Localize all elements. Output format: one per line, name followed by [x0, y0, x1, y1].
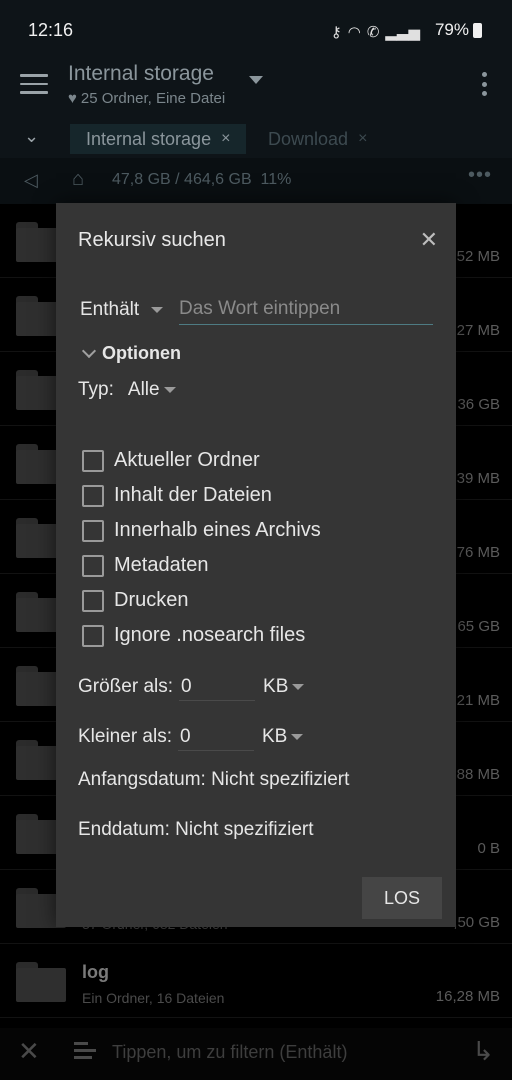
more-options-icon[interactable] — [480, 72, 488, 96]
close-icon[interactable]: × — [221, 130, 230, 148]
checkbox[interactable] — [82, 589, 104, 612]
item-size: 88 MB — [456, 766, 500, 783]
item-meta: Ein Ordner, 16 Dateien — [82, 990, 225, 1006]
smaller-than-row: Kleiner als: KB — [78, 723, 304, 751]
item-size: 16,28 MB — [435, 988, 500, 1005]
checkbox-print[interactable]: Drucken — [82, 583, 321, 618]
start-date-field[interactable]: Anfangsdatum: Nicht spezifiziert — [78, 769, 349, 791]
checkbox-file-content[interactable]: Inhalt der Dateien — [82, 478, 321, 513]
dropdown-arrow-icon — [163, 387, 176, 393]
app-subtitle: ♥ 25 Ordner, Eine Datei — [68, 90, 225, 107]
tab-internal-storage[interactable]: Internal storage × — [70, 124, 247, 154]
tab-label: Internal storage — [86, 128, 212, 149]
greater-than-row: Größer als: KB — [78, 673, 305, 701]
item-size: 65 GB — [457, 618, 500, 635]
item-size: 52 MB — [456, 248, 500, 265]
home-icon[interactable]: ⌂ — [72, 168, 84, 191]
greater-than-label: Größer als: — [78, 676, 174, 697]
match-mode-select[interactable]: Enthält — [80, 299, 164, 321]
item-size: 27 MB — [456, 322, 500, 339]
menu-icon[interactable] — [20, 74, 48, 98]
tab-download[interactable]: Download × — [268, 124, 367, 154]
item-size: 76 MB — [456, 544, 500, 561]
app-bar: Internal storage ♥ 25 Ordner, Eine Datei — [0, 62, 512, 118]
wifi-icon: ◠ — [347, 24, 361, 41]
checkbox[interactable] — [82, 484, 104, 507]
type-label: Typ: — [78, 379, 114, 400]
checkbox[interactable] — [82, 624, 104, 647]
heart-icon: ♥ — [68, 90, 77, 107]
status-icons: ⚷ ◠ ✆ ▂▃▅ — [331, 20, 420, 44]
checkbox[interactable] — [82, 554, 104, 577]
battery-percent: 79% — [434, 20, 469, 39]
smaller-unit-select[interactable]: KB — [262, 726, 304, 748]
type-select[interactable]: Alle — [128, 379, 176, 401]
filter-bar: ✕ Tippen, um zu filtern (Enthält) ↳ — [0, 1028, 512, 1080]
folder-icon — [16, 962, 66, 1002]
options-toggle[interactable]: Optionen — [81, 343, 181, 364]
tab-label: Download — [268, 128, 349, 149]
chevron-down-icon — [81, 343, 97, 358]
smaller-than-label: Kleiner als: — [78, 726, 172, 747]
item-size: 36 GB — [457, 396, 500, 413]
search-input[interactable] — [179, 293, 433, 325]
item-size: 39 MB — [456, 470, 500, 487]
checkbox-inside-archive[interactable]: Innerhalb eines Archivs — [82, 513, 321, 548]
sort-icon[interactable] — [74, 1042, 96, 1063]
close-icon[interactable]: ✕ — [18, 1036, 40, 1067]
checkbox-metadata[interactable]: Metadaten — [82, 548, 321, 583]
dropdown-caret-icon[interactable] — [249, 76, 263, 84]
path-bar: ◁ ⌂ 47,8 GB / 464,6 GB 11% ••• — [0, 158, 512, 204]
dropdown-arrow-icon — [151, 307, 164, 313]
key-icon: ⚷ — [330, 24, 342, 41]
dropdown-arrow-icon — [291, 734, 304, 740]
search-submit-button[interactable]: LOS — [362, 877, 442, 919]
list-item[interactable]: log Ein Ordner, 16 Dateien 16,28 MB — [0, 944, 512, 1018]
type-row: Typ: Alle — [78, 379, 176, 401]
signal-icon: ▂▃▅ — [385, 24, 420, 41]
checkbox-current-folder[interactable]: Aktueller Ordner — [82, 443, 321, 478]
tab-bar: ⌄ Internal storage × Download × — [0, 118, 512, 158]
greater-than-input[interactable] — [179, 673, 256, 701]
end-date-field[interactable]: Enddatum: Nicht spezifiziert — [78, 819, 314, 841]
enter-icon[interactable]: ↳ — [472, 1036, 494, 1067]
battery-indicator: 79% — [435, 20, 482, 40]
storage-info: 47,8 GB / 464,6 GB 11% — [112, 171, 292, 188]
more-options-icon[interactable]: ••• — [468, 164, 492, 187]
checkbox[interactable] — [82, 449, 104, 472]
item-name: log — [82, 962, 109, 982]
app-title[interactable]: Internal storage — [68, 62, 214, 86]
status-bar: 12:16 ⚷ ◠ ✆ ▂▃▅ 79% — [0, 0, 512, 62]
recursive-search-dialog: Rekursiv suchen ✕ Enthält Optionen Typ: … — [56, 203, 456, 927]
filter-input[interactable]: Tippen, um zu filtern (Enthält) — [112, 1042, 347, 1063]
chevron-down-icon[interactable]: ⌄ — [24, 126, 39, 147]
item-size: 0 B — [477, 840, 500, 857]
folder-count: 25 Ordner, Eine Datei — [80, 90, 226, 107]
checkbox[interactable] — [82, 519, 104, 542]
dropdown-arrow-icon — [292, 684, 305, 690]
battery-icon — [473, 22, 482, 38]
call-icon: ✆ — [366, 24, 380, 41]
smaller-than-input[interactable] — [178, 723, 254, 751]
match-mode-value: Enthält — [80, 299, 140, 320]
status-time: 12:16 — [28, 20, 74, 40]
close-icon[interactable]: ✕ — [420, 227, 438, 253]
back-icon[interactable]: ◁ — [24, 170, 38, 191]
search-options-list: Aktueller Ordner Inhalt der Dateien Inne… — [82, 443, 321, 653]
options-label: Optionen — [102, 343, 181, 363]
dialog-title: Rekursiv suchen — [78, 229, 226, 251]
checkbox-ignore-nosearch[interactable]: Ignore .nosearch files — [82, 618, 321, 653]
item-size: 21 MB — [456, 692, 500, 709]
greater-unit-select[interactable]: KB — [263, 676, 305, 698]
close-icon[interactable]: × — [358, 130, 367, 148]
